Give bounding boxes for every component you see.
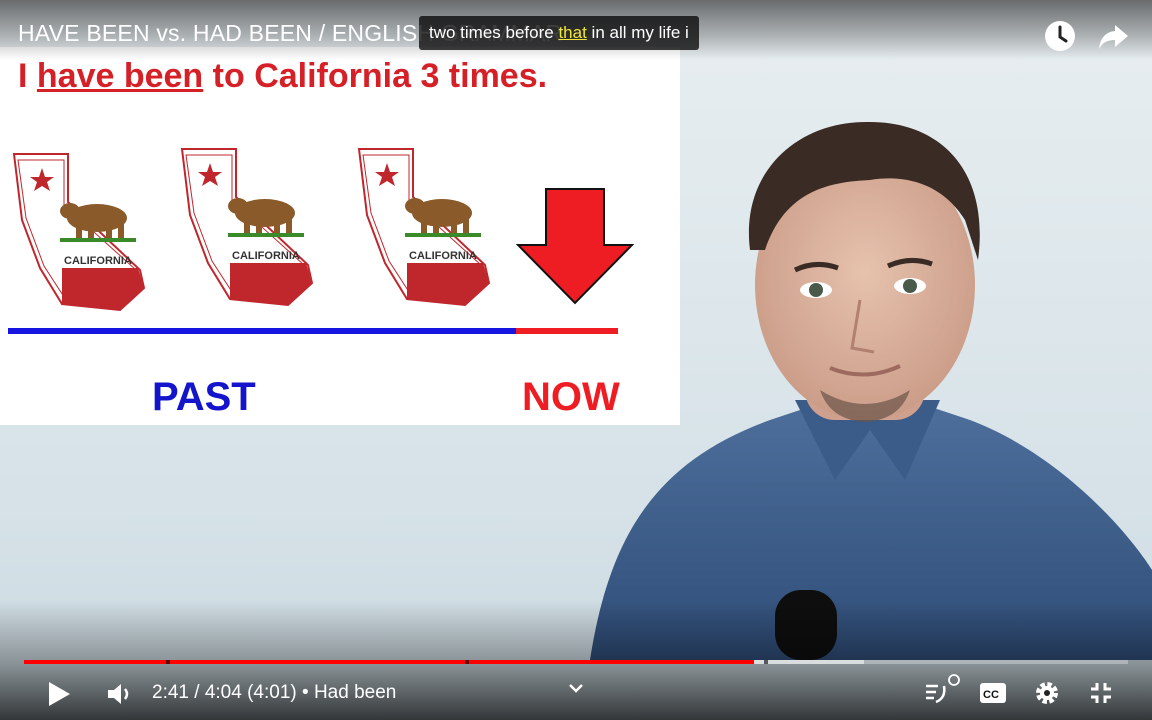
watch-later-icon[interactable]	[1044, 20, 1076, 52]
california-flag-map-1: CALIFORNIA	[12, 153, 146, 312]
video-player[interactable]: I have been to California 3 times. CALIF…	[0, 0, 1152, 720]
settings-icon[interactable]	[1034, 680, 1060, 706]
progress-bar[interactable]	[24, 660, 1128, 664]
caption-highlight-word: that	[558, 23, 587, 42]
player-controls: 2:41 / 4:04 (4:01) • Had been CC	[0, 670, 1152, 720]
presenter-video-feed	[590, 121, 1152, 660]
captions-icon[interactable]: CC	[979, 682, 1007, 704]
lesson-slide: I have been to California 3 times. CALIF…	[0, 47, 680, 425]
time-current: 2:41	[152, 682, 189, 703]
state-label-2: CALIFORNIA	[232, 250, 300, 262]
play-icon[interactable]	[46, 680, 72, 708]
slide-heading-underlined: have been	[36, 57, 204, 95]
time-adjusted: (4:01)	[247, 682, 297, 703]
chapter-marker	[166, 660, 170, 664]
time-display: 2:41 / 4:04 (4:01) • Had been	[152, 682, 397, 703]
chapter-title[interactable]: Had been	[314, 682, 396, 703]
california-flag-map-2: CALIFORNIA	[180, 148, 314, 307]
share-icon[interactable]	[1097, 20, 1129, 52]
volume-icon[interactable]	[106, 680, 134, 708]
state-label-1: CALIFORNIA	[64, 255, 132, 267]
slide-heading: I have been to California 3 times.	[18, 57, 548, 95]
past-label: PAST	[152, 375, 256, 419]
chapter-marker	[764, 660, 768, 664]
timeline-past-bar	[8, 328, 518, 334]
california-flag-map-3: CALIFORNIA	[357, 148, 491, 307]
chevron-down-icon[interactable]	[568, 680, 584, 696]
state-label-3: CALIFORNIA	[409, 250, 477, 262]
autoplay-icon[interactable]	[922, 672, 962, 712]
exit-fullscreen-icon[interactable]	[1089, 681, 1113, 705]
time-total: 4:04	[204, 682, 242, 703]
subtitle-caption: two times before that in all my life i	[419, 16, 699, 50]
chapter-marker	[465, 660, 469, 664]
svg-text:CC: CC	[983, 689, 999, 701]
progress-played	[24, 660, 754, 664]
